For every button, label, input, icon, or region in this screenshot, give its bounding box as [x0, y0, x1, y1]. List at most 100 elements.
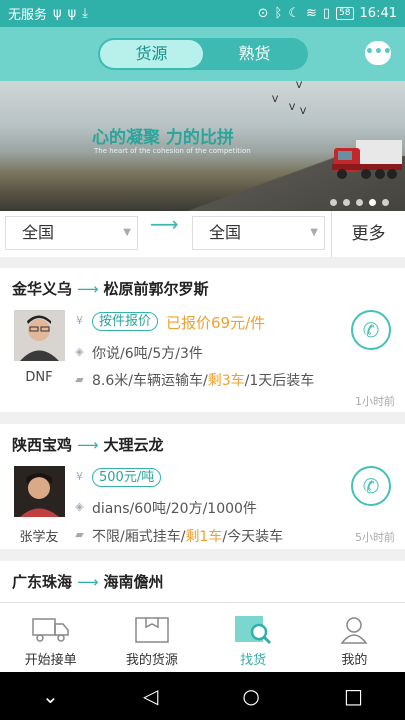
- phone-call-button[interactable]: ✆: [351, 310, 391, 350]
- bird-icon: ᐯ: [272, 95, 279, 105]
- status-bar: 无服务 ψ ψ ⤓ ⊙ ᛒ ☾ ≋ ▯ 58 16:41: [0, 0, 405, 27]
- vehicles-remaining: 剩1车: [185, 529, 223, 545]
- home-icon[interactable]: ○: [242, 684, 259, 708]
- price-row: ¥ 按件报价 已报价69元/件: [73, 312, 265, 333]
- post-time: 5小时前: [355, 531, 395, 544]
- route-arrow-icon: ⟶: [77, 436, 99, 454]
- vehicle-row: ▰ 8.6米/车辆运输车/剩3车/1天后装车: [73, 371, 333, 392]
- truck-small-icon: ▰: [75, 528, 84, 541]
- page-dot-active[interactable]: [369, 199, 376, 206]
- banner-page-indicator: [330, 199, 389, 206]
- price-row: ¥ 500元/吨: [73, 468, 169, 487]
- tab-label: 我的货源: [125, 653, 178, 668]
- route-title: 金华义乌 ⟶ 松原前郭尔罗斯: [12, 278, 209, 299]
- loading-time: /1天后装车: [244, 373, 315, 389]
- destination-select[interactable]: 全国 ▼: [192, 216, 325, 250]
- bird-icon: ᐯ: [296, 81, 303, 91]
- vehicle-row: ▰ 不限/厢式挂车/剩1车/今天装车: [73, 526, 283, 546]
- cargo-row: ◈ 你说/6吨/5方/3件: [73, 343, 203, 363]
- user-name: DNF: [25, 370, 53, 385]
- vehicle-spec: 8.6米/车辆运输车/: [92, 373, 208, 389]
- route-to: 大理云龙: [103, 436, 164, 454]
- bottom-tab-bar: 开始接单 我的货源 找货 我的: [0, 602, 405, 672]
- back-icon[interactable]: ◁: [143, 684, 158, 708]
- wifi-icon: ≋: [306, 6, 317, 21]
- route-arrow-icon: ⟶: [150, 212, 179, 236]
- tab-label: 找货: [240, 653, 267, 668]
- page-dot[interactable]: [356, 199, 363, 206]
- caret-down-icon: ▼: [123, 227, 131, 238]
- truck-icon: [31, 618, 69, 642]
- collapse-icon[interactable]: ⌄: [42, 684, 59, 708]
- loading-time: /今天装车: [222, 529, 284, 545]
- user-name: 张学友: [19, 530, 59, 545]
- cube-icon: ◈: [75, 345, 84, 358]
- vehicles-remaining: 剩3车: [207, 373, 245, 389]
- cargo-card[interactable]: 金华义乌 ⟶ 松原前郭尔罗斯 DNF ¥ 按件报价 已报价69元/件 ◈ 你说/6吨…: [0, 268, 405, 412]
- app-header: 货源 熟货 •••: [0, 27, 405, 81]
- tab-label: 开始接单: [24, 653, 77, 668]
- source-segmented-control: 货源 熟货: [98, 38, 308, 70]
- tab-my-cargo[interactable]: 我的货源: [101, 603, 202, 672]
- usb-icon: ψ: [53, 6, 62, 21]
- route-to: 松原前郭尔罗斯: [103, 280, 209, 298]
- route-arrow-icon: ⟶: [77, 573, 99, 591]
- recents-icon[interactable]: □: [344, 684, 363, 708]
- banner-title: 心的凝聚 力的比拼: [92, 128, 234, 148]
- page-dot[interactable]: [343, 199, 350, 206]
- price-tag: 按件报价: [92, 312, 159, 331]
- phone-call-button[interactable]: ✆: [351, 466, 391, 506]
- chat-bubble-icon[interactable]: •••: [365, 41, 392, 65]
- sim-icon: ▯: [322, 6, 331, 21]
- price-tag: 500元/吨: [92, 468, 162, 487]
- page-dot[interactable]: [330, 199, 337, 206]
- origin-select[interactable]: 全国 ▼: [5, 216, 138, 250]
- banner-subtitle: The heart of the cohesion of the competi…: [94, 147, 251, 155]
- route-title: 广东珠海 ⟶ 海南儋州: [12, 571, 164, 592]
- caret-down-icon: ▼: [310, 227, 318, 238]
- moon-icon: ☾: [288, 6, 301, 21]
- carrier-text: 无服务: [8, 8, 48, 23]
- page-dot[interactable]: [382, 199, 389, 206]
- route-title: 陕西宝鸡 ⟶ 大理云龙: [12, 434, 164, 455]
- cargo-details: dians/60吨/20方/1000件: [92, 501, 257, 517]
- bird-icon: ᐯ: [289, 103, 296, 113]
- avatar[interactable]: [14, 466, 65, 517]
- bird-icon: ᐯ: [300, 107, 307, 117]
- route-from: 陕西宝鸡: [12, 436, 73, 454]
- tab-start-orders[interactable]: 开始接单: [0, 603, 101, 672]
- vehicle-spec: 不限/厢式挂车/: [92, 529, 186, 545]
- truck-image: [332, 140, 402, 179]
- tab-label: 我的: [341, 653, 368, 668]
- route-to: 海南儋州: [103, 573, 164, 591]
- system-nav-bar: ⌄ ◁ ○ □: [0, 672, 405, 720]
- route-from: 广东珠海: [12, 573, 73, 591]
- tab-find-cargo[interactable]: 找货: [203, 603, 304, 672]
- person-icon: [340, 617, 368, 644]
- truck-small-icon: ▰: [75, 373, 84, 386]
- yuan-icon: ¥: [76, 470, 83, 483]
- avatar[interactable]: [14, 310, 65, 361]
- destination-value: 全国: [209, 223, 242, 242]
- promo-banner[interactable]: 心的凝聚 力的比拼 The heart of the cohesion of t…: [0, 81, 405, 211]
- location-icon: ⊙: [257, 6, 269, 21]
- route-from: 金华义乌: [12, 280, 73, 298]
- bluetooth-icon: ᛒ: [274, 6, 283, 21]
- yuan-icon: ¥: [76, 314, 83, 327]
- tab-cargo-source[interactable]: 货源: [100, 40, 203, 68]
- tab-familiar-cargo[interactable]: 熟货: [203, 40, 306, 68]
- search-cargo-icon: [235, 616, 272, 645]
- download-icon: ⤓: [82, 6, 88, 21]
- quoted-price: 已报价69元/件: [166, 314, 266, 332]
- tab-mine[interactable]: 我的: [304, 603, 405, 672]
- box-icon: [135, 617, 169, 643]
- cargo-card[interactable]: 广东珠海 ⟶ 海南儋州: [0, 561, 405, 602]
- cargo-card[interactable]: 陕西宝鸡 ⟶ 大理云龙 张学友 ¥ 500元/吨 ◈ dians/60吨/20方/1…: [0, 424, 405, 549]
- usb-icon-2: ψ: [67, 6, 77, 21]
- cube-icon: ◈: [75, 500, 84, 513]
- battery-icon: 58: [336, 7, 354, 20]
- more-filters-button[interactable]: 更多: [331, 211, 405, 257]
- route-arrow-icon: ⟶: [77, 280, 99, 298]
- clock-text: 16:41: [359, 6, 397, 21]
- cargo-row: ◈ dians/60吨/20方/1000件: [73, 498, 257, 518]
